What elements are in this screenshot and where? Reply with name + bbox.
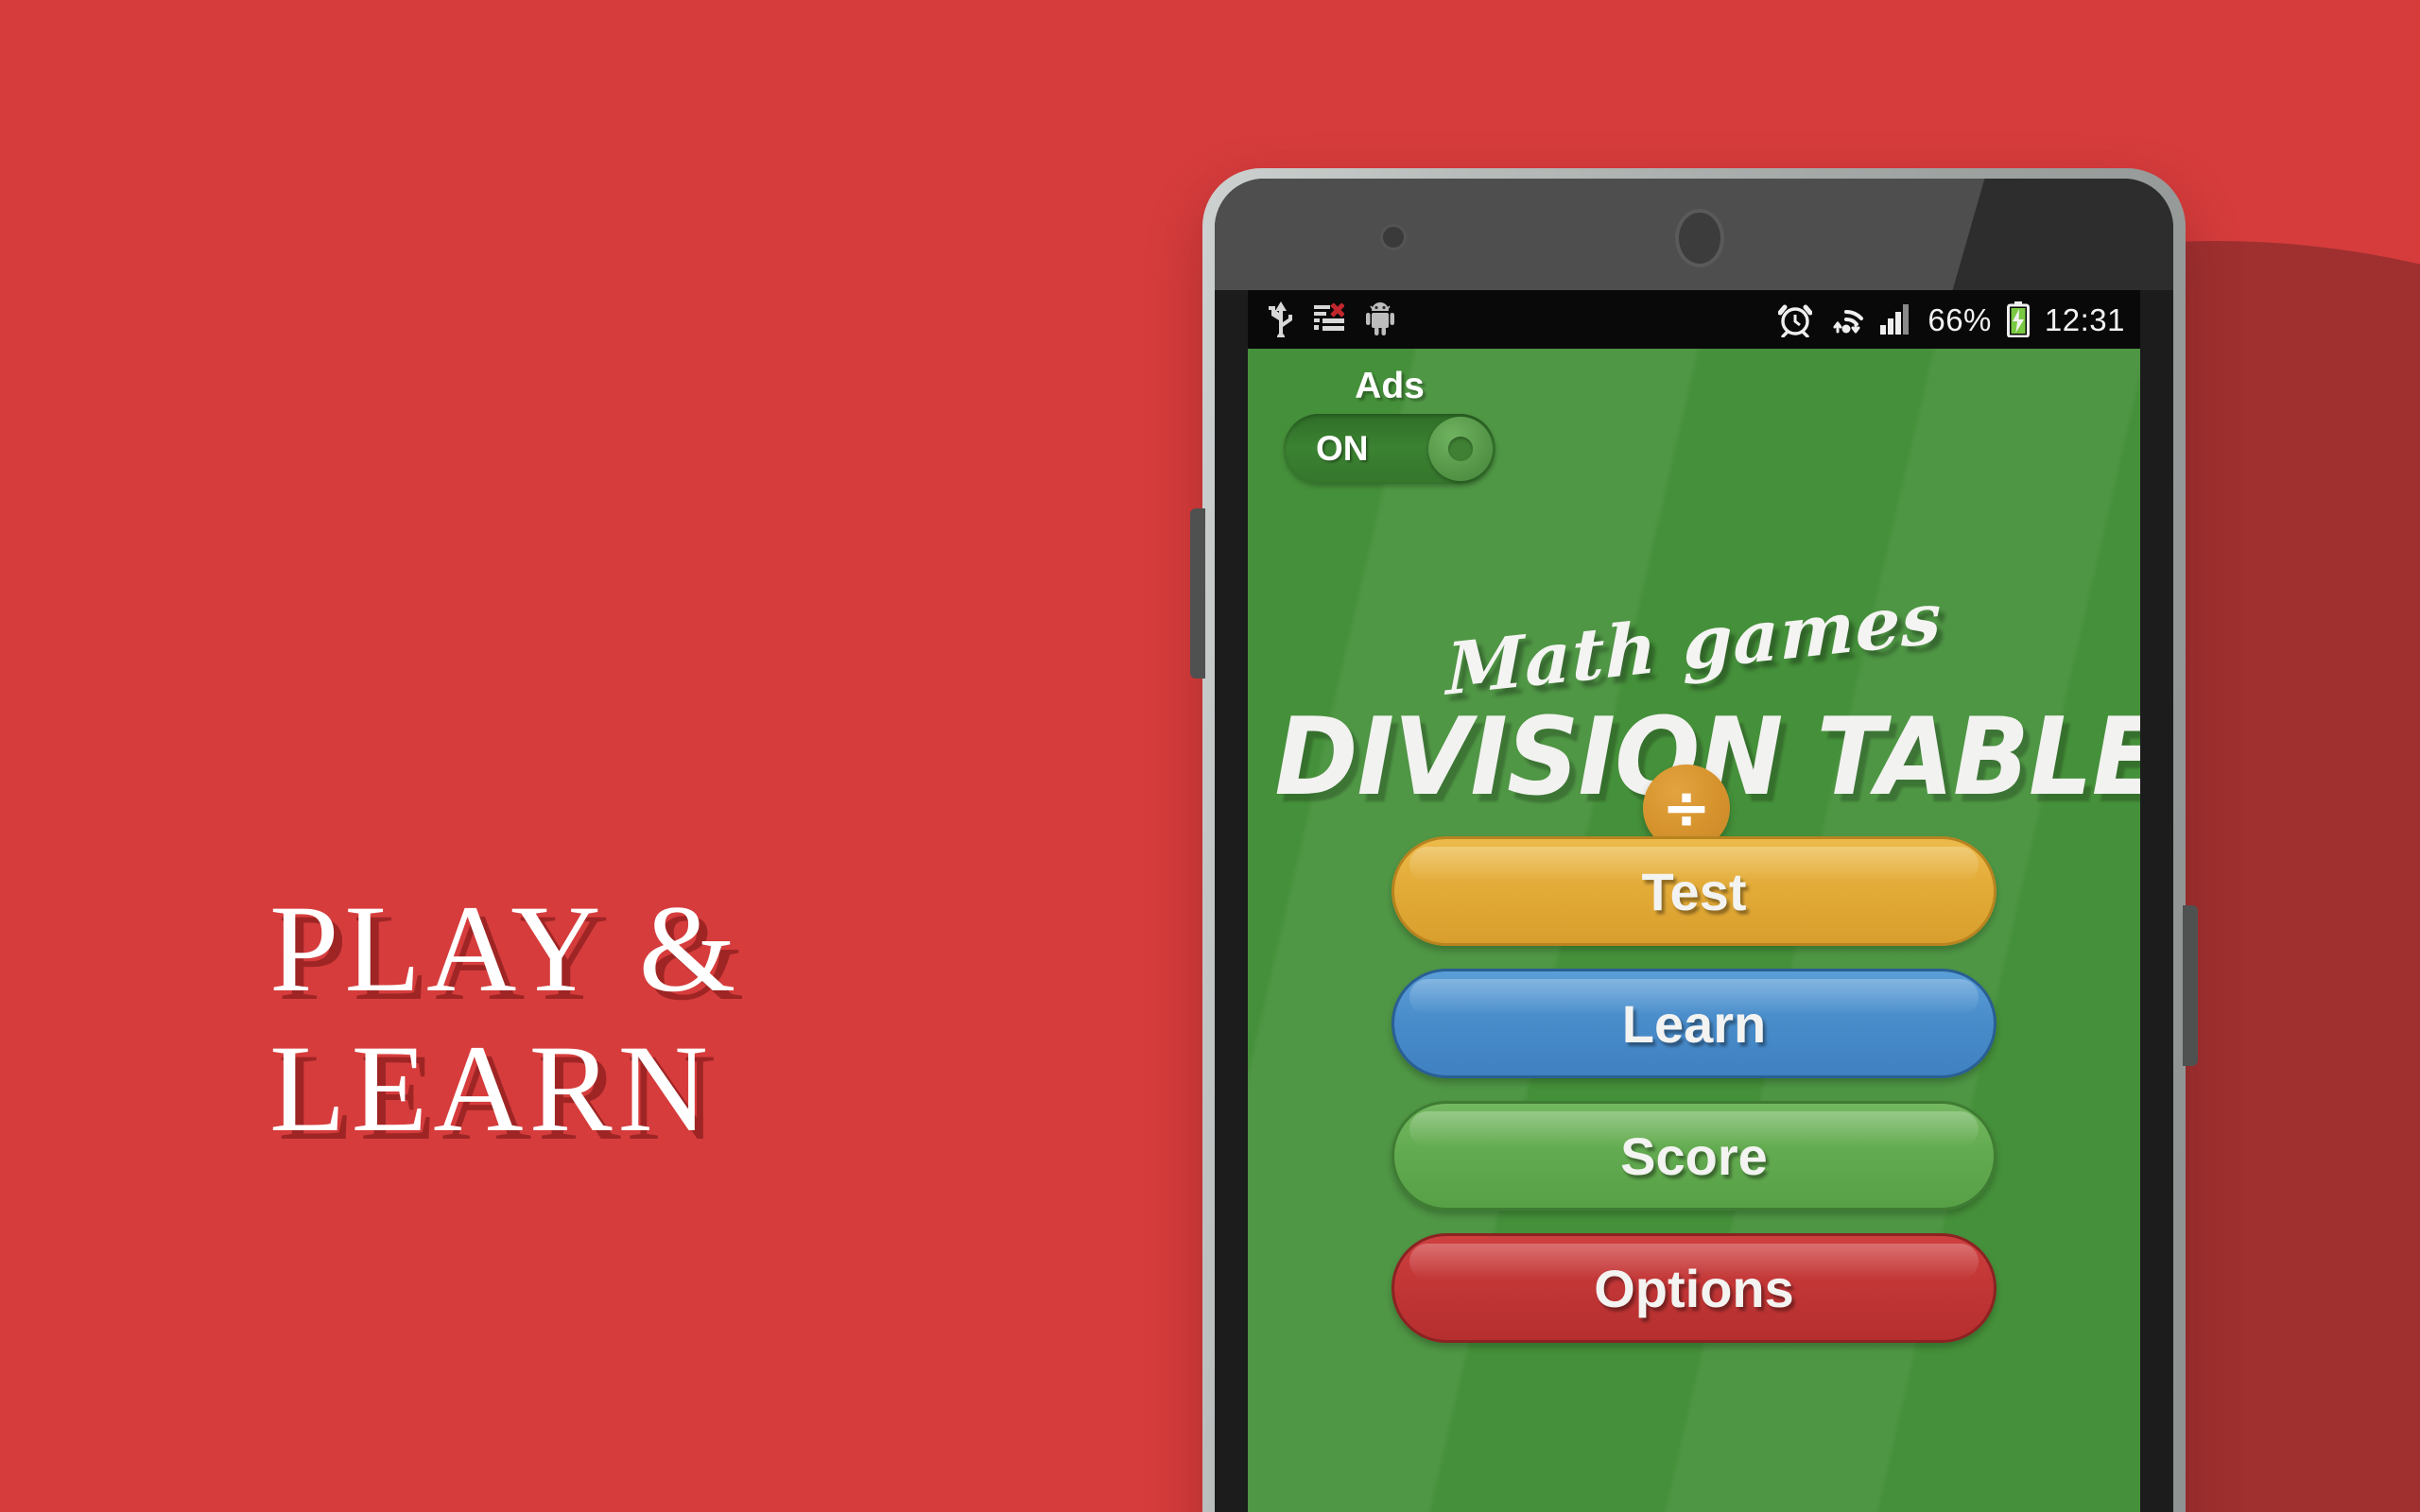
usb-icon xyxy=(1269,301,1292,337)
ads-toggle[interactable]: ON xyxy=(1284,414,1495,484)
battery-percent-label: 66% xyxy=(1927,301,1992,337)
phone-mockup: 66% 12:31 Ads ON Math games DIVISION TAB… xyxy=(1190,168,2198,1512)
main-menu: Test Learn Score Options xyxy=(1248,836,2140,1343)
android-robot-icon xyxy=(1366,302,1394,335)
score-button[interactable]: Score xyxy=(1392,1101,1996,1211)
test-button[interactable]: Test xyxy=(1392,836,1996,946)
phone-screen: 66% 12:31 Ads ON Math games DIVISION TAB… xyxy=(1248,290,2140,1512)
app-title-lockup: Math games DIVISION TABLE ÷ xyxy=(1248,576,2140,851)
wifi-icon xyxy=(1833,310,1864,334)
promo-tagline: PLAY & LEARN xyxy=(269,879,1120,1159)
alarm-clock-icon xyxy=(1778,304,1813,337)
status-bar-left-icons xyxy=(1269,301,1395,337)
ads-setting: Ads ON xyxy=(1284,366,1495,484)
battery-charging-icon xyxy=(2006,301,2030,337)
status-bar-clock: 12:31 xyxy=(2044,301,2125,337)
app-content: Ads ON Math games DIVISION TABLE ÷ Test xyxy=(1248,349,2140,1512)
tagline-line-1: PLAY & xyxy=(269,879,742,1018)
ads-toggle-state-label: ON xyxy=(1316,429,1369,468)
glass-reflection xyxy=(1215,179,1996,290)
promo-screenshot: PLAY & LEARN 66% 12:31 Ads ON Math games… xyxy=(0,0,2420,1512)
android-status-bar: 66% 12:31 xyxy=(1248,290,2140,349)
phone-body: 66% 12:31 Ads ON Math games DIVISION TAB… xyxy=(1215,179,2173,1512)
phone-top-bezel xyxy=(1215,179,2173,290)
power-button[interactable] xyxy=(2183,905,2198,1066)
learn-button[interactable]: Learn xyxy=(1392,969,1996,1078)
signal-bars-icon xyxy=(1880,304,1910,335)
task-list-error-icon xyxy=(1314,303,1344,331)
options-button[interactable]: Options xyxy=(1392,1233,1996,1343)
status-bar-right-icons: 66% 12:31 xyxy=(1778,301,2125,337)
volume-rocker-button[interactable] xyxy=(1190,508,1205,679)
front-camera-icon xyxy=(1675,209,1724,267)
ads-label: Ads xyxy=(1355,366,1425,406)
proximity-sensor-icon xyxy=(1380,224,1407,250)
ads-toggle-knob[interactable] xyxy=(1428,417,1493,481)
tagline-line-2: LEARN xyxy=(269,1018,714,1158)
